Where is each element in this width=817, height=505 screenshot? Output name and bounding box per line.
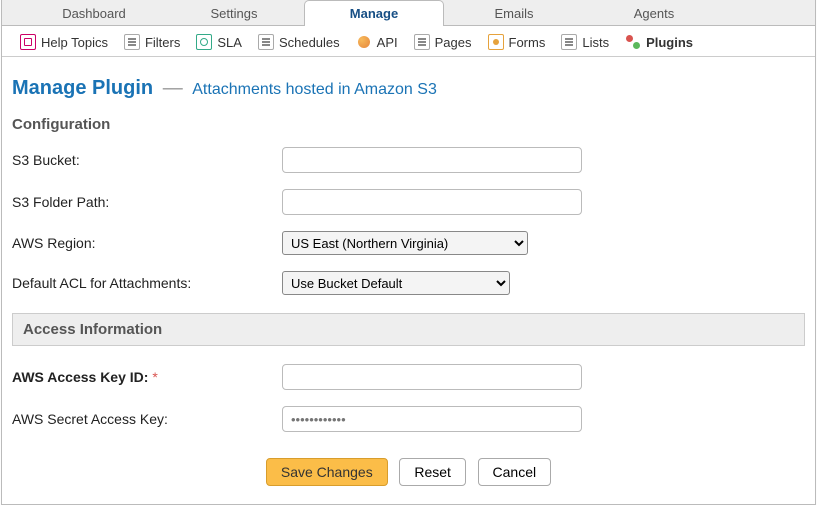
configuration-heading: Configuration [12,116,805,133]
primary-tabs: Dashboard Settings Manage Emails Agents [2,0,815,26]
input-access-key[interactable] [282,364,582,390]
cancel-button[interactable]: Cancel [478,458,552,486]
label-access-key: AWS Access Key ID: * [12,369,282,385]
subnav-sla[interactable]: SLA [196,34,242,50]
label-default-acl: Default ACL for Attachments: [12,275,282,291]
subnav-label: SLA [217,35,242,50]
help-topics-icon [20,34,36,50]
plugins-icon [625,34,641,50]
tab-emails[interactable]: Emails [444,0,584,26]
subnav-label: Lists [582,35,609,50]
subnav-label: Filters [145,35,180,50]
subnav-label: Plugins [646,35,693,50]
subnav-help-topics[interactable]: Help Topics [20,34,108,50]
select-aws-region[interactable]: US East (Northern Virginia) [282,231,528,255]
subnav-pages[interactable]: Pages [414,34,472,50]
row-s3-folder: S3 Folder Path: [12,189,805,215]
label-aws-region: AWS Region: [12,235,282,251]
input-s3-bucket[interactable] [282,147,582,173]
page-title-main: Manage Plugin [12,77,153,99]
page-title: Manage Plugin — Attachments hosted in Am… [12,77,805,100]
tab-dashboard[interactable]: Dashboard [24,0,164,26]
label-access-key-text: AWS Access Key ID: [12,369,148,385]
subnav-label: Help Topics [41,35,108,50]
button-row: Save Changes Reset Cancel [12,448,805,486]
subnav-forms[interactable]: Forms [488,34,546,50]
subnav-api[interactable]: API [356,34,398,50]
label-s3-bucket: S3 Bucket: [12,152,282,168]
content-area: Manage Plugin — Attachments hosted in Am… [2,57,815,504]
input-s3-folder[interactable] [282,189,582,215]
row-default-acl: Default ACL for Attachments: Use Bucket … [12,271,805,295]
subnav-label: Forms [509,35,546,50]
subnav-plugins[interactable]: Plugins [625,34,693,50]
tab-agents[interactable]: Agents [584,0,724,26]
tab-manage[interactable]: Manage [304,0,444,26]
subnav-filters[interactable]: Filters [124,34,180,50]
pages-icon [414,34,430,50]
page-title-sub: Attachments hosted in Amazon S3 [192,81,437,98]
row-access-key: AWS Access Key ID: * [12,364,805,390]
label-secret-key: AWS Secret Access Key: [12,411,282,427]
api-icon [356,34,372,50]
access-information-heading: Access Information [12,313,805,346]
subnav-schedules[interactable]: Schedules [258,34,340,50]
filters-icon [124,34,140,50]
lists-icon [561,34,577,50]
forms-icon [488,34,504,50]
select-default-acl[interactable]: Use Bucket Default [282,271,510,295]
required-star: * [152,369,157,385]
subnav-lists[interactable]: Lists [561,34,609,50]
page-title-dash: — [163,77,183,99]
row-aws-region: AWS Region: US East (Northern Virginia) [12,231,805,255]
schedules-icon [258,34,274,50]
subnav-label: Schedules [279,35,340,50]
label-s3-folder: S3 Folder Path: [12,194,282,210]
input-secret-key[interactable] [282,406,582,432]
row-s3-bucket: S3 Bucket: [12,147,805,173]
subnav: Help Topics Filters SLA Schedules API Pa… [2,26,815,57]
reset-button[interactable]: Reset [399,458,466,486]
subnav-label: Pages [435,35,472,50]
row-secret-key: AWS Secret Access Key: [12,406,805,432]
subnav-label: API [377,35,398,50]
tab-settings[interactable]: Settings [164,0,304,26]
app-frame: Dashboard Settings Manage Emails Agents … [1,0,816,505]
sla-icon [196,34,212,50]
save-button[interactable]: Save Changes [266,458,388,486]
